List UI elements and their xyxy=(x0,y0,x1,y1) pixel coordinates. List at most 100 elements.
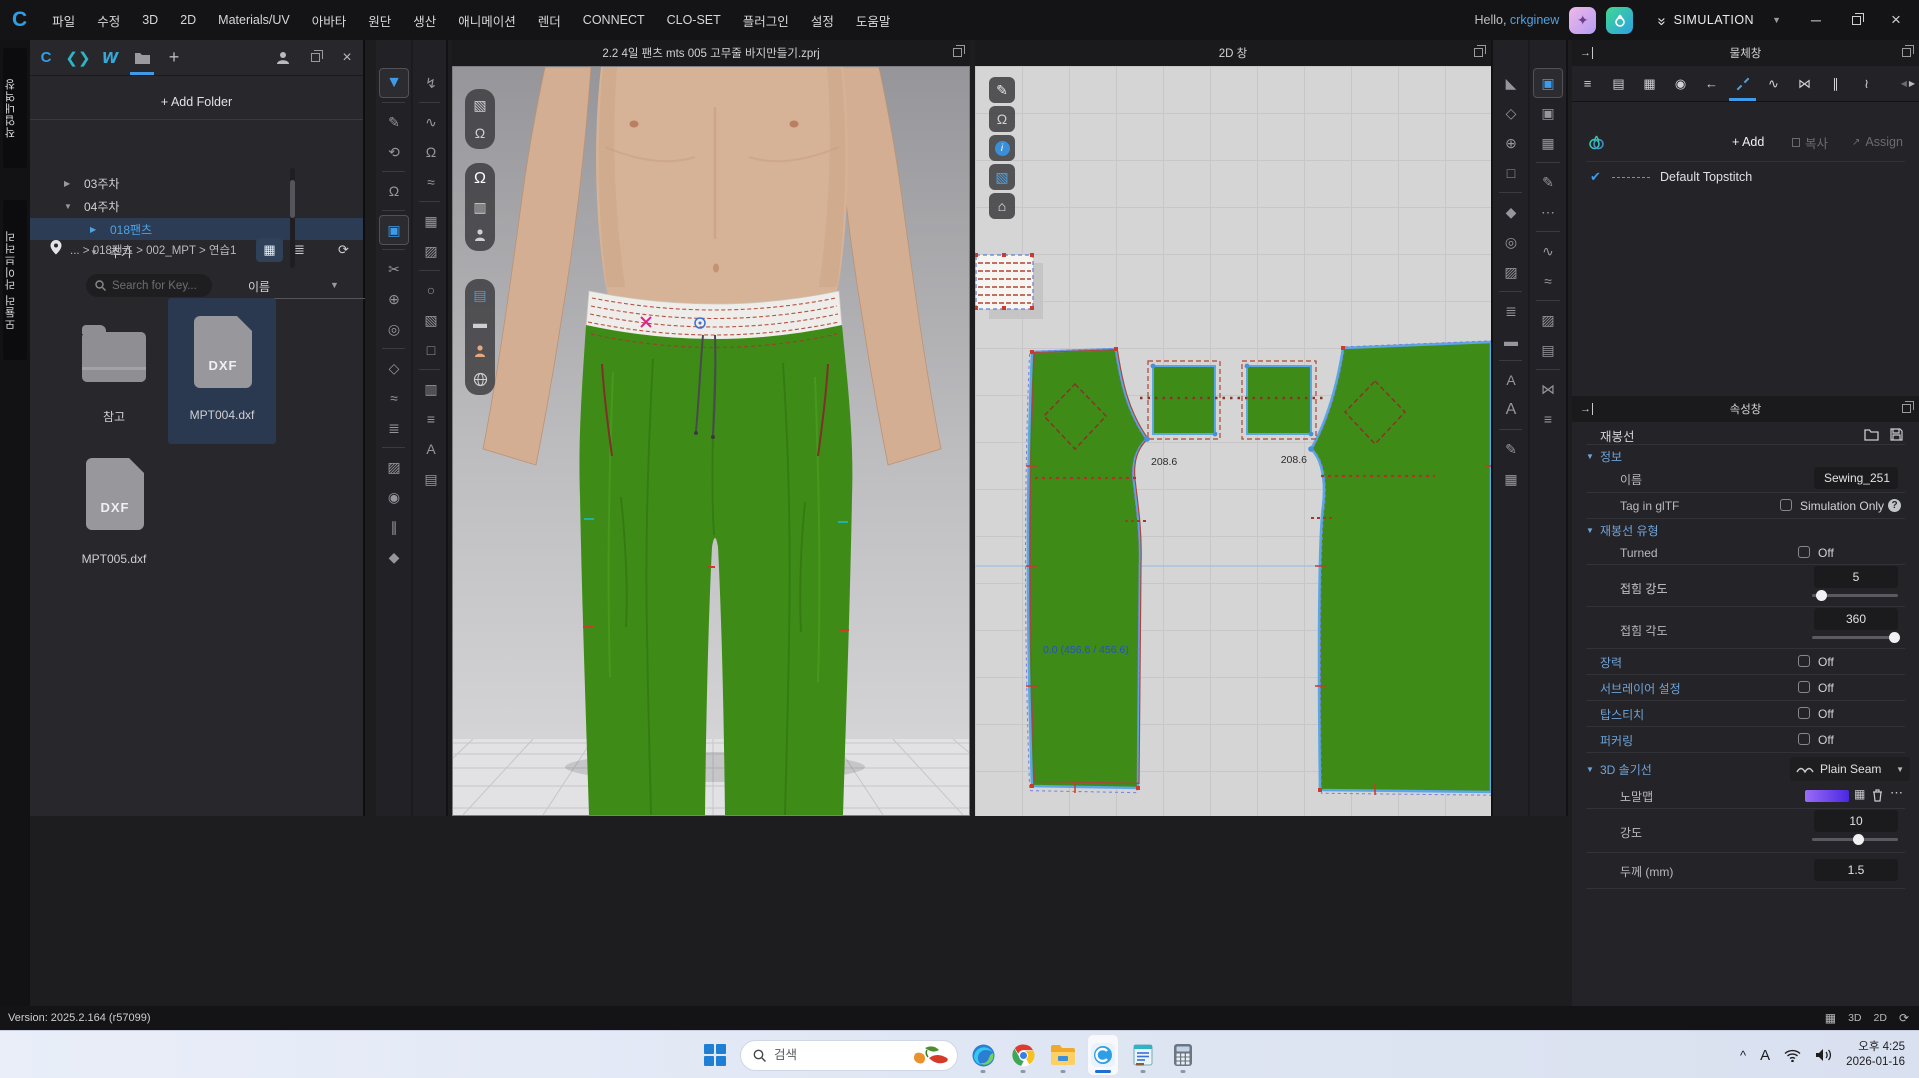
close-button[interactable]: × xyxy=(1881,5,1911,35)
fold-angle-input[interactable]: 360 xyxy=(1814,608,1898,630)
mn-sewing-tool[interactable]: ▦ xyxy=(1530,128,1566,158)
float-property-window-icon[interactable] xyxy=(1902,404,1911,413)
fold-angle-slider[interactable] xyxy=(1812,636,1898,639)
fit-map-tool[interactable]: ▦ xyxy=(413,206,449,236)
folder-tab-icon[interactable] xyxy=(126,41,158,75)
tab-zipper-icon[interactable]: ∥ xyxy=(1820,67,1851,101)
tree-item-week04[interactable]: ▼ 04주차 xyxy=(30,195,363,217)
collapse-caret-icon[interactable]: ▶ xyxy=(90,225,100,234)
float-2d-window-icon[interactable] xyxy=(1474,48,1483,57)
menu-file[interactable]: 파일 xyxy=(41,0,86,40)
strength-input[interactable]: 10 xyxy=(1814,810,1898,832)
fabric-texture-icon[interactable]: ▧ xyxy=(989,164,1015,190)
shirring-tool[interactable]: ≈ xyxy=(1530,266,1566,296)
normalmap-more-icon[interactable]: ⋯ xyxy=(1890,785,1903,801)
normalmap-grid-icon[interactable]: ▦ xyxy=(1854,787,1865,801)
garment-toggle-icon[interactable]: Ω xyxy=(989,106,1015,132)
account-icon[interactable] xyxy=(267,41,299,75)
library-search[interactable] xyxy=(86,274,212,297)
menu-materials-uv[interactable]: Materials/UV xyxy=(207,0,301,40)
show-garment-icon[interactable]: Ω xyxy=(467,166,493,192)
viewport3d-titlebar[interactable]: 2.2 4일 팬츠 mts 005 고무줄 바지만들기.zprj xyxy=(452,40,970,66)
menu-settings[interactable]: 설정 xyxy=(800,0,845,40)
start-button[interactable] xyxy=(700,1035,730,1075)
puckering-checkbox[interactable] xyxy=(1798,733,1810,745)
simulation-only-checkbox[interactable] xyxy=(1780,499,1792,511)
menu-3d[interactable]: 3D xyxy=(131,0,169,40)
taskbar-file-explorer[interactable] xyxy=(1048,1035,1078,1075)
free-sewing-tool[interactable]: ▣ xyxy=(1530,98,1566,128)
stitch-line-tool[interactable]: ⋯ xyxy=(1530,197,1566,227)
object-window-titlebar[interactable]: → 물체창 xyxy=(1572,40,1919,66)
save-preset-icon[interactable] xyxy=(1890,428,1903,441)
minimize-button[interactable]: ─ xyxy=(1801,5,1831,35)
tab-list-icon[interactable]: ≡ xyxy=(1572,67,1603,101)
restore-button[interactable] xyxy=(1841,5,1871,35)
pick-tool[interactable]: ✎ xyxy=(376,107,412,137)
toggle-3d-view[interactable]: 3D xyxy=(1848,1012,1861,1024)
scissors-tool[interactable]: ✂ xyxy=(376,254,412,284)
edit-pattern-tool[interactable]: ◇ xyxy=(1493,98,1529,128)
texture-edit-tool[interactable]: ▨ xyxy=(1530,305,1566,335)
info-icon[interactable]: i xyxy=(989,135,1015,161)
help-icon[interactable]: ? xyxy=(1888,499,1901,512)
dart-tool[interactable]: ◆ xyxy=(1493,197,1529,227)
stitch-display-tool[interactable]: ∿ xyxy=(413,107,449,137)
pattern-3d-pen-tool[interactable]: ✎ xyxy=(1493,434,1529,464)
tray-hidden-icons-chevron[interactable]: ^ xyxy=(1740,1048,1746,1063)
strength-slider[interactable] xyxy=(1812,838,1898,841)
show-fabric-roll-icon[interactable]: ▤ xyxy=(467,282,493,308)
taskbar-clock[interactable]: 오후 4:25 2026-01-16 xyxy=(1846,1040,1905,1070)
menu-connect[interactable]: CONNECT xyxy=(572,0,656,40)
notch-tool[interactable]: ◎ xyxy=(1493,227,1529,257)
collapse-panel-icon[interactable]: → xyxy=(1580,47,1593,59)
viewport-3d[interactable]: ▧ Ω Ω ▥ ▤ ▬ xyxy=(452,66,970,816)
add-folder-button[interactable]: + Add Folder xyxy=(30,84,363,120)
lasso-select-tool[interactable]: ⟲ xyxy=(376,137,412,167)
transform-pattern-tool[interactable]: ◣ xyxy=(1493,68,1529,98)
sort-by-name[interactable]: 이름 xyxy=(248,278,270,295)
bounding-tool[interactable]: □ xyxy=(413,335,449,365)
tab-button-icon[interactable]: ◉ xyxy=(1665,67,1696,101)
tension-checkbox[interactable] xyxy=(1798,655,1810,667)
list-view-button[interactable]: ≣ xyxy=(286,238,313,262)
viewport-2d[interactable]: 208.6 208.6 0.0 (456.6 / 456.6) ✎ Ω i ▧ … xyxy=(975,66,1491,816)
taskbar-calculator[interactable] xyxy=(1168,1035,1198,1075)
show-avatar-icon[interactable] xyxy=(467,222,493,248)
avatar-tape-icon[interactable]: ▥ xyxy=(467,194,493,220)
sublayer-checkbox[interactable] xyxy=(1798,681,1810,693)
expand-caret-icon[interactable]: ▼ xyxy=(64,202,74,211)
clo-library-tab-icon[interactable]: C xyxy=(30,41,62,75)
tab-buttonhole-icon[interactable]: ← xyxy=(1696,67,1727,101)
tab-puckering-icon[interactable]: ∿ xyxy=(1758,67,1789,101)
taskbar-edge[interactable] xyxy=(968,1035,998,1075)
taskbar-search-input[interactable] xyxy=(774,1048,884,1062)
garment-stitch-tool[interactable]: Ω xyxy=(413,137,449,167)
trim-tool[interactable]: ◆ xyxy=(376,542,412,572)
avatar-display-tool[interactable]: ○ xyxy=(413,275,449,305)
open-preset-icon[interactable] xyxy=(1864,428,1879,441)
seam-allowance-tool[interactable]: ≣ xyxy=(1493,296,1529,326)
ime-korean-indicator[interactable]: A xyxy=(1760,1047,1770,1064)
tab-topstitch-icon[interactable] xyxy=(1727,67,1758,101)
tabs-scroll-right-icon[interactable]: ▶ xyxy=(1909,79,1915,88)
taskbar-chrome[interactable] xyxy=(1008,1035,1038,1075)
pin-tool[interactable]: ⊕ xyxy=(376,284,412,314)
print-layout-tool[interactable]: ▤ xyxy=(1530,335,1566,365)
layer-tool[interactable]: ≡ xyxy=(1530,404,1566,434)
fold-tool[interactable]: ◇ xyxy=(376,353,412,383)
normalmap-swatch[interactable] xyxy=(1805,790,1849,802)
home-view-icon[interactable]: ⌂ xyxy=(989,193,1015,219)
show-3d-objects-icon[interactable]: ▧ xyxy=(467,92,493,118)
show-skin-avatar-icon[interactable] xyxy=(467,338,493,364)
texture-tool[interactable]: ▨ xyxy=(376,452,412,482)
menu-clo-set[interactable]: CLO-SET xyxy=(656,0,732,40)
collapse-panel-icon[interactable]: → xyxy=(1580,403,1593,415)
delete-normalmap-icon[interactable] xyxy=(1872,789,1883,802)
tab-spray-icon[interactable]: ≀ xyxy=(1851,67,1882,101)
section-3d-seamline[interactable]: ▼ 3D 솔기선 Plain Seam ▼ xyxy=(1572,756,1919,782)
connect-tab-icon[interactable]: ❮❯ xyxy=(62,41,94,75)
section-info[interactable]: ▼ 정보 xyxy=(1572,446,1919,466)
speaker-icon[interactable] xyxy=(1815,1048,1832,1062)
sewing-machine-tool[interactable]: ▣ xyxy=(379,215,409,245)
